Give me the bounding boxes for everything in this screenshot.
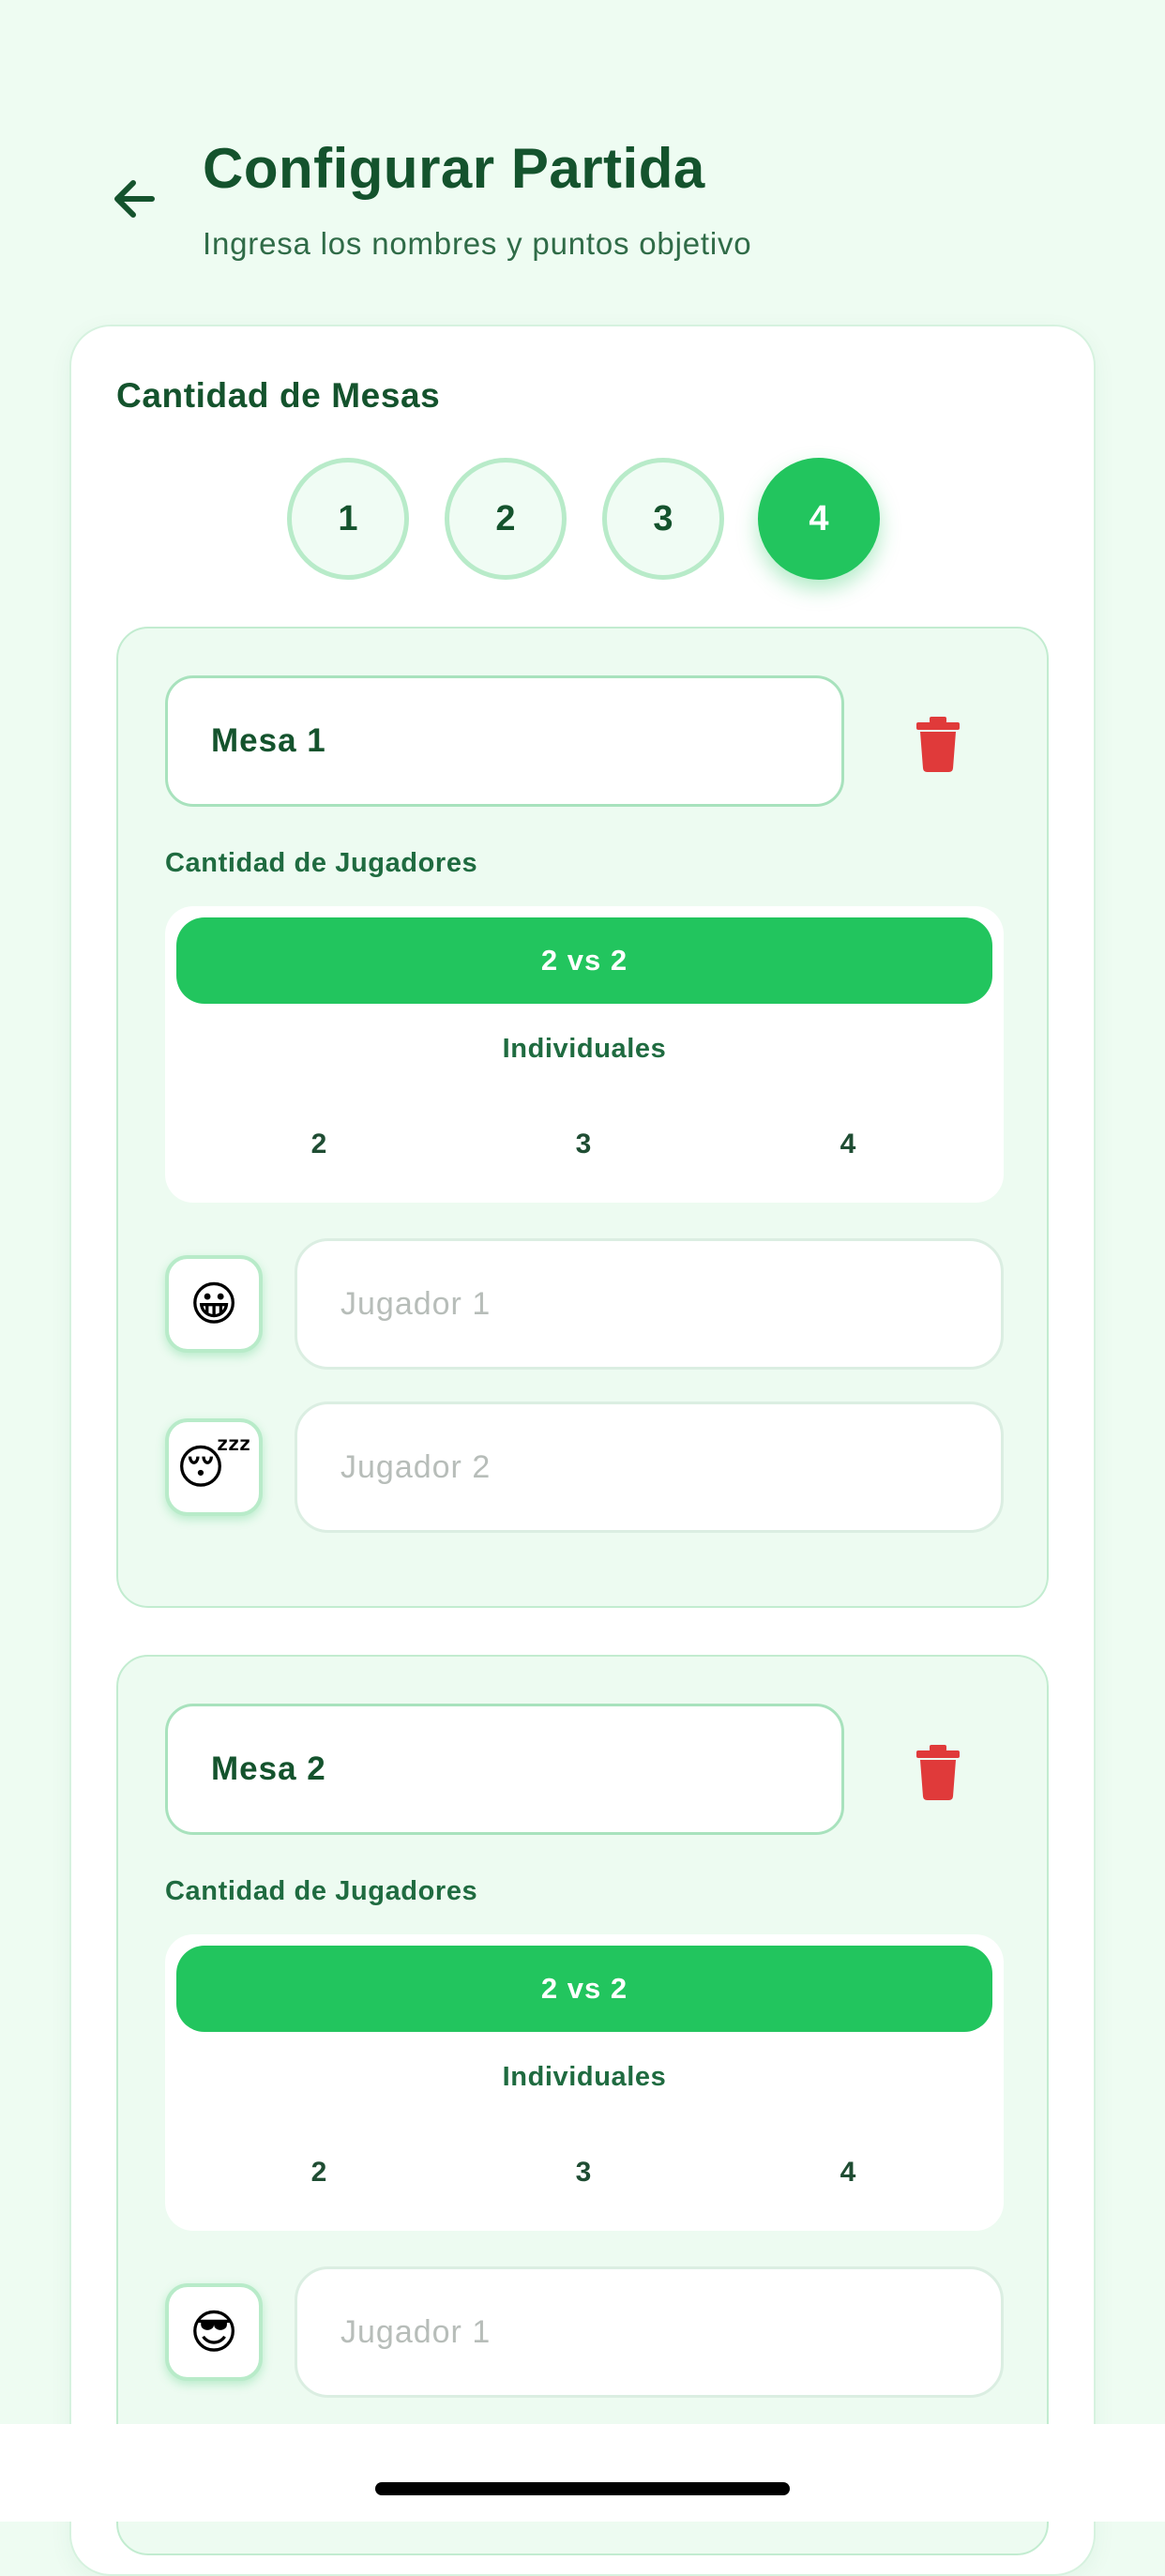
individual-option-2[interactable]: 2 xyxy=(263,2135,375,2210)
player-name-input[interactable]: Jugador 1 xyxy=(295,1238,1004,1370)
page-subtitle: Ingresa los nombres y puntos objetivo xyxy=(203,226,752,261)
individual-label: Individuales xyxy=(502,1034,667,1064)
individual-option-3[interactable]: 3 xyxy=(527,2135,640,2210)
individual-option-4[interactable]: 4 xyxy=(792,1107,904,1182)
sleeping-face-icon: 😴 xyxy=(175,1441,252,1493)
grinning-face-icon: 😀 xyxy=(189,1278,239,1330)
table-count-option-3[interactable]: 3 xyxy=(602,458,724,580)
table-count-option-1[interactable]: 1 xyxy=(287,458,409,580)
players-count-label: Cantidad de Jugadores xyxy=(165,848,478,878)
bottom-safe-area xyxy=(0,2424,1165,2522)
players-mode-selector: 2 vs 2 Individuales 2 3 4 xyxy=(165,1934,1004,2231)
players-mode-selector: 2 vs 2 Individuales 2 3 4 xyxy=(165,906,1004,1203)
player-avatar-button[interactable]: 😴 xyxy=(165,1418,263,1516)
team-mode-button[interactable]: 2 vs 2 xyxy=(176,917,992,1004)
trash-icon xyxy=(916,1745,960,1800)
sunglasses-face-icon: 😎 xyxy=(189,2306,239,2358)
delete-table-button[interactable] xyxy=(910,1743,966,1801)
home-indicator[interactable] xyxy=(375,2482,790,2495)
players-count-label: Cantidad de Jugadores xyxy=(165,1876,478,1906)
table-card-2: Mesa 2 Cantidad de Jugadores 2 vs 2 Indi… xyxy=(116,1655,1049,2555)
player-avatar-button[interactable]: 😀 xyxy=(165,1255,263,1353)
arrow-left-icon xyxy=(114,180,155,218)
player-name-input[interactable]: Jugador 1 xyxy=(295,2266,1004,2398)
individual-option-4[interactable]: 4 xyxy=(792,2135,904,2210)
player-avatar-button[interactable]: 😎 xyxy=(165,2283,263,2381)
delete-table-button[interactable] xyxy=(910,715,966,773)
player-name-input[interactable]: Jugador 2 xyxy=(295,1402,1004,1533)
individual-label: Individuales xyxy=(502,2062,667,2092)
individual-option-3[interactable]: 3 xyxy=(527,1107,640,1182)
table-name-input[interactable]: Mesa 1 xyxy=(165,675,844,807)
individual-option-2[interactable]: 2 xyxy=(263,1107,375,1182)
trash-icon xyxy=(916,717,960,772)
table-count-option-4[interactable]: 4 xyxy=(758,458,880,580)
table-name-input[interactable]: Mesa 2 xyxy=(165,1704,844,1835)
table-card-1: Mesa 1 Cantidad de Jugadores 2 vs 2 Indi… xyxy=(116,627,1049,1608)
tables-count-label: Cantidad de Mesas xyxy=(116,376,441,415)
back-button[interactable] xyxy=(101,165,169,233)
page-title: Configurar Partida xyxy=(203,137,705,200)
table-count-option-2[interactable]: 2 xyxy=(445,458,567,580)
team-mode-button[interactable]: 2 vs 2 xyxy=(176,1946,992,2032)
header: Configurar Partida Ingresa los nombres y… xyxy=(0,0,1165,319)
